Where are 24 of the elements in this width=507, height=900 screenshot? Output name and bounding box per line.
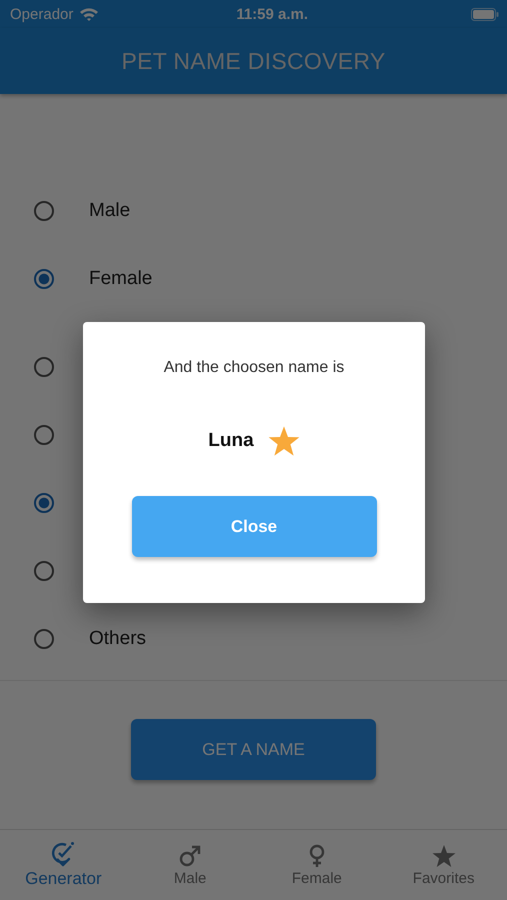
app-title: PET NAME DISCOVERY [121, 48, 386, 74]
tab[interactable]: Female [254, 830, 380, 900]
radio-button[interactable] [34, 561, 54, 581]
close-button[interactable]: Close [132, 496, 376, 557]
wifi-icon [79, 7, 100, 21]
pin-check-icon [51, 841, 76, 867]
radio-label: Others [89, 628, 146, 650]
radio-button[interactable] [34, 357, 54, 377]
get-name-button[interactable]: GET A NAME [131, 719, 376, 780]
status-time: 11:59 a.m. [235, 6, 310, 22]
tab[interactable]: Male [126, 830, 254, 900]
dialog-message: And the choosen name is [164, 359, 344, 377]
radio-label: Male [89, 200, 130, 222]
radio-button[interactable] [34, 425, 54, 445]
tab[interactable]: Generator [0, 830, 127, 900]
star-icon[interactable] [268, 425, 300, 457]
tab[interactable]: Favorites [380, 830, 507, 900]
pet-name: Luna [208, 430, 254, 452]
carrier-name: Operador [10, 6, 74, 22]
radio-button[interactable] [34, 201, 54, 221]
radio-button[interactable] [34, 629, 54, 649]
male-symbol-icon [178, 844, 202, 868]
star-icon [432, 844, 456, 868]
radio-label: Female [89, 268, 152, 290]
